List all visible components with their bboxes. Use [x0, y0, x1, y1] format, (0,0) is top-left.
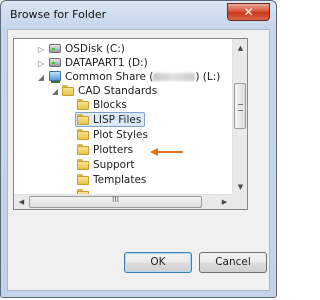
scrollbar-corner: [232, 194, 247, 209]
expand-icon[interactable]: ▷: [37, 60, 45, 68]
tree-item-label: Support: [93, 159, 135, 171]
tree-item-plot-styles[interactable]: Plot Styles: [14, 128, 214, 142]
tree-item-cad-standards[interactable]: ◢ CAD Standards: [14, 84, 214, 98]
folder-icon: [77, 99, 89, 110]
tree-item-plotters[interactable]: Plotters: [14, 143, 214, 157]
folder-icon: [77, 114, 89, 125]
tree-item-lisp-files[interactable]: LISP Files: [14, 112, 214, 127]
tree-item-label: OSDisk (C:): [65, 43, 125, 55]
folder-tree[interactable]: ▷ OSDisk (C:) ▷ DATAPART1 (D:) ◢ Common …: [13, 38, 248, 210]
tree-item-templates[interactable]: Templates: [14, 173, 214, 187]
tree-item-support[interactable]: Support: [14, 158, 214, 172]
tree-item-label: Plotters: [93, 144, 134, 156]
tree-item-common-share[interactable]: ◢ Common Share ( ) (L:): [14, 70, 229, 84]
expand-icon[interactable]: ▷: [37, 46, 45, 54]
tree-item-label: LISP Files: [93, 114, 142, 126]
folder-icon: [77, 159, 89, 170]
scroll-right-icon[interactable]: ▶: [217, 195, 232, 209]
tree-item-label: Plot Styles: [93, 129, 148, 141]
label-prefix: Common Share (: [65, 71, 154, 83]
tree-item-label: CAD Standards: [78, 85, 158, 97]
scroll-down-icon[interactable]: ▼: [233, 180, 248, 194]
folder-icon: [77, 144, 89, 155]
network-drive-icon: [49, 71, 61, 83]
title-bar[interactable]: Browse for Folder ✕: [1, 1, 276, 29]
vertical-scroll-thumb[interactable]: [234, 83, 246, 129]
drive-icon: [49, 58, 61, 67]
tree-item-osdisk[interactable]: ▷ OSDisk (C:): [14, 42, 214, 56]
scroll-left-icon[interactable]: ◀: [14, 195, 29, 209]
tree-item-label: DATAPART1 (D:): [65, 57, 148, 69]
ok-button[interactable]: OK: [124, 252, 192, 273]
tree-item-blocks[interactable]: Blocks: [14, 98, 214, 112]
drive-icon: [49, 44, 61, 53]
folder-icon: [77, 174, 89, 185]
horizontal-scroll-thumb[interactable]: III: [29, 195, 202, 208]
grip-icon: [238, 104, 243, 111]
collapse-icon[interactable]: ◢: [51, 88, 59, 96]
scroll-up-icon[interactable]: ▲: [233, 41, 248, 55]
close-icon: ✕: [243, 5, 254, 19]
tree-item-label: Blocks: [93, 99, 127, 111]
folder-icon: [77, 129, 89, 140]
vertical-scrollbar[interactable]: ▲ ▼: [232, 39, 247, 194]
dialog-title: Browse for Folder: [10, 8, 107, 21]
grip-icon: III: [111, 195, 120, 204]
folder-icon: [62, 85, 74, 96]
horizontal-scrollbar[interactable]: ◀ III ▶: [14, 194, 232, 209]
tree-item-datapart1[interactable]: ▷ DATAPART1 (D:): [14, 56, 214, 70]
collapse-icon[interactable]: ◢: [37, 74, 45, 82]
cancel-button[interactable]: Cancel: [199, 252, 267, 273]
tree-item-label: Templates: [93, 174, 147, 186]
close-button[interactable]: ✕: [227, 3, 270, 21]
annotation-arrow-icon: [150, 148, 183, 156]
label-suffix: ) (L:): [195, 71, 221, 83]
redacted-text: [153, 73, 196, 81]
tree-item-label: Common Share ( ) (L:): [65, 70, 220, 84]
